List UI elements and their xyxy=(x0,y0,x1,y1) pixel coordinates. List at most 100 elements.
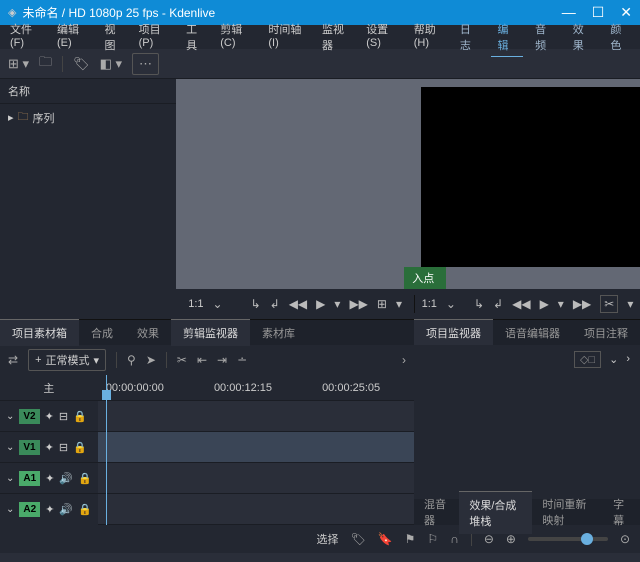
chevron-down-icon[interactable]: ▾ xyxy=(558,297,564,311)
chevron-down-icon[interactable]: ▾ xyxy=(627,297,633,311)
rewind-icon[interactable]: ◀◀ xyxy=(512,297,530,311)
select-mode-label[interactable]: 选择 xyxy=(316,531,338,547)
zoom-out-icon[interactable]: ⊖ xyxy=(484,532,494,546)
timeline-row-a1[interactable] xyxy=(98,463,446,494)
track-label[interactable]: V2 xyxy=(19,409,39,424)
out-point-icon[interactable]: ↲ xyxy=(270,297,280,311)
chevron-down-icon[interactable]: ▾ xyxy=(334,297,340,311)
tab-subtitle[interactable]: 字幕 xyxy=(603,491,640,533)
effects-icon[interactable]: ✦ xyxy=(45,441,54,454)
chevron-right-icon[interactable]: › xyxy=(402,353,406,367)
mute-icon[interactable]: ⊟ xyxy=(59,410,68,423)
zoom-fit-icon[interactable]: ⊙ xyxy=(620,532,630,546)
flag-icon[interactable]: ⚲ xyxy=(127,353,136,367)
tab-effects-stack[interactable]: 效果/合成堆栈 xyxy=(459,491,532,534)
play-icon[interactable]: ▶ xyxy=(540,297,549,311)
menu-monitor[interactable]: 监视器 xyxy=(316,18,358,56)
zoom-ratio-right[interactable]: 1:1 xyxy=(422,298,437,310)
chevron-down-icon[interactable]: ⌄ xyxy=(213,297,223,311)
project-monitor-canvas[interactable] xyxy=(421,87,640,267)
chevron-down-icon[interactable]: ⌄ xyxy=(6,411,14,422)
track-config-icon[interactable]: ⇄ xyxy=(8,353,18,367)
tab-mixer[interactable]: 混音器 xyxy=(414,491,459,533)
track-a1[interactable]: ⌄ A1 ✦ 🔊 🔒 xyxy=(0,463,98,494)
forward-icon[interactable]: ▶▶ xyxy=(573,297,591,311)
timeline-row-v1[interactable] xyxy=(98,432,446,463)
folder-icon[interactable]: 🗀 xyxy=(39,53,52,75)
track-v1[interactable]: ⌄ V1 ✦ ⊟ 🔒 xyxy=(0,432,98,463)
in-point-icon[interactable]: ↳ xyxy=(251,297,261,311)
tab-project-notes[interactable]: 项目注释 xyxy=(572,320,640,346)
more-icon[interactable]: ⋯ xyxy=(132,53,159,75)
layout-audio[interactable]: 音频 xyxy=(529,18,561,57)
mute-icon[interactable]: ⊟ xyxy=(59,441,68,454)
out-point-icon[interactable]: ↲ xyxy=(493,297,503,311)
chevron-down-icon[interactable]: ⌄ xyxy=(6,473,14,484)
rewind-icon[interactable]: ◀◀ xyxy=(289,297,307,311)
menu-file[interactable]: 文件(F) xyxy=(4,18,49,56)
zoom-slider[interactable] xyxy=(528,537,608,541)
snap-end-icon[interactable]: ⇥ xyxy=(217,353,227,367)
in-point-icon[interactable]: ↳ xyxy=(474,297,484,311)
menu-clip[interactable]: 剪辑(C) xyxy=(214,18,260,56)
tab-clip-monitor[interactable]: 剪辑监视器 xyxy=(171,319,250,346)
keyframe-icon[interactable]: ◇□ xyxy=(574,351,601,368)
play-icon[interactable]: ▶ xyxy=(316,297,325,311)
clip-monitor-canvas[interactable] xyxy=(176,79,421,267)
tag-icon[interactable]: 🏷 xyxy=(73,56,90,72)
bookmark-icon[interactable]: 🔖 xyxy=(378,532,393,546)
chevron-down-icon[interactable]: ⌄ xyxy=(446,297,456,311)
effects-icon[interactable]: ✦ xyxy=(45,410,54,423)
zoom-in-icon[interactable]: ⊕ xyxy=(506,532,516,546)
menu-settings[interactable]: 设置(S) xyxy=(360,18,406,56)
chevron-right-icon[interactable]: › xyxy=(626,353,630,365)
bin-sequence-item[interactable]: ▸ 🗀 序列 xyxy=(8,108,168,127)
tab-compose[interactable]: 合成 xyxy=(79,320,125,346)
timeline-row-v2[interactable] xyxy=(98,401,446,432)
chevron-down-icon[interactable]: ⌄ xyxy=(609,353,618,366)
menu-edit[interactable]: 编辑(E) xyxy=(51,18,97,56)
layout-color[interactable]: 颜色 xyxy=(604,18,636,57)
tab-project-monitor[interactable]: 项目监视器 xyxy=(414,319,493,346)
chevron-down-icon[interactable]: ⌄ xyxy=(6,442,14,453)
lock-icon[interactable]: 🔒 xyxy=(73,410,87,423)
speaker-icon[interactable]: 🔊 xyxy=(59,472,73,485)
filter-icon[interactable]: ◧ ▾ xyxy=(100,56,122,72)
lock-icon[interactable]: 🔒 xyxy=(78,503,92,516)
menu-tools[interactable]: 工具 xyxy=(180,18,212,56)
layout-effects[interactable]: 效果 xyxy=(567,18,599,57)
add-clip-icon[interactable]: ⊞ ▾ xyxy=(8,56,29,72)
playhead[interactable] xyxy=(106,375,107,525)
magnet-icon[interactable]: ∩ xyxy=(450,532,459,546)
menu-view[interactable]: 视图 xyxy=(99,18,131,56)
lock-icon[interactable]: 🔒 xyxy=(78,472,92,485)
speaker-icon[interactable]: 🔊 xyxy=(59,503,73,516)
effects-icon[interactable]: ✦ xyxy=(45,472,54,485)
lock-icon[interactable]: 🔒 xyxy=(73,441,87,454)
pointer-icon[interactable]: ➤ xyxy=(146,353,156,367)
zoom-ratio-left[interactable]: 1:1 xyxy=(188,298,203,310)
track-label[interactable]: A2 xyxy=(19,502,40,517)
tab-library[interactable]: 素材库 xyxy=(250,320,307,346)
menu-help[interactable]: 帮助(H) xyxy=(408,18,454,56)
forward-icon[interactable]: ▶▶ xyxy=(349,297,367,311)
track-v2[interactable]: ⌄ V2 ✦ ⊟ 🔒 xyxy=(0,401,98,432)
chevron-down-icon[interactable]: ⌄ xyxy=(6,504,14,515)
layout-edit[interactable]: 编辑 xyxy=(491,18,523,57)
tab-project-bin[interactable]: 项目素材箱 xyxy=(0,319,79,346)
timeline-ruler[interactable]: 00:00:00:00 00:00:12:15 00:00:25:05 00: xyxy=(98,375,446,401)
master-track-label[interactable]: 主 xyxy=(0,375,98,401)
flag-icon[interactable]: ⚑ xyxy=(405,532,416,546)
cut-icon[interactable]: ✂ xyxy=(177,353,187,367)
tab-effects[interactable]: 效果 xyxy=(125,320,171,346)
track-a2[interactable]: ⌄ A2 ✦ 🔊 🔒 xyxy=(0,494,98,525)
snap-start-icon[interactable]: ⇤ xyxy=(197,353,207,367)
effects-icon[interactable]: ✦ xyxy=(45,503,54,516)
grid-icon[interactable]: ⊞ xyxy=(377,297,387,311)
tab-time-remap[interactable]: 时间重新映射 xyxy=(532,491,603,533)
menu-project[interactable]: 项目(P) xyxy=(133,18,179,56)
tab-voice-editor[interactable]: 语音编辑器 xyxy=(493,320,572,346)
timeline-row-a2[interactable] xyxy=(98,494,446,525)
crop-icon[interactable]: ✂ xyxy=(600,295,618,313)
layout-log[interactable]: 日志 xyxy=(454,18,486,57)
